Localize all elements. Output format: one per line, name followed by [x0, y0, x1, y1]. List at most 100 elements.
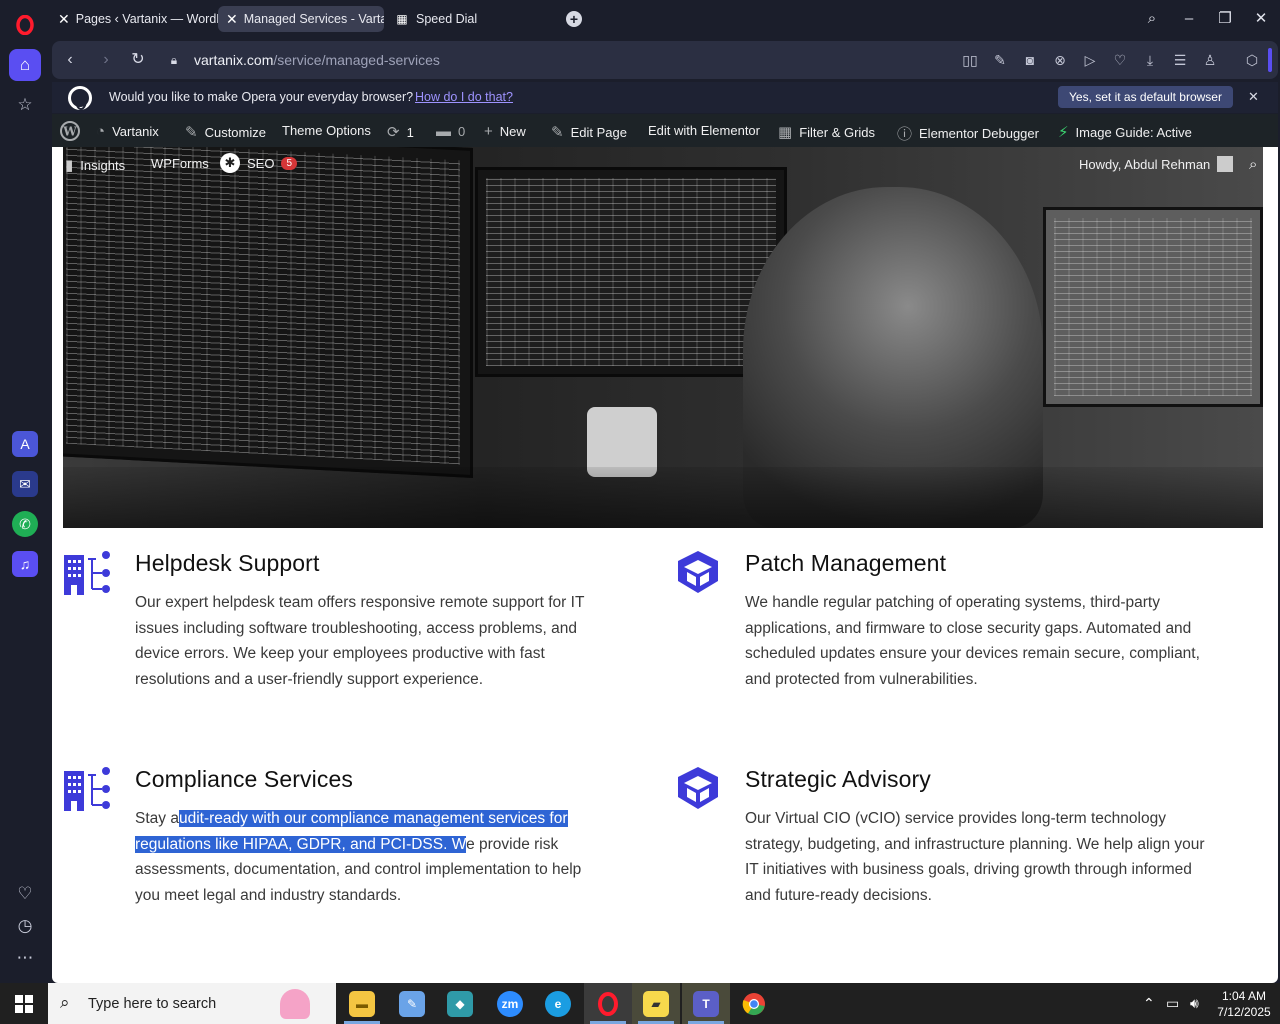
customize-label: Customize [204, 124, 266, 140]
service-helpdesk: Helpdesk Support Our expert helpdesk tea… [135, 550, 605, 693]
wp-edit-page[interactable]: ✎ Edit Page [551, 123, 627, 141]
set-default-button[interactable]: Yes, set it as default browser [1058, 86, 1233, 108]
monitor-left [63, 147, 473, 479]
image-guide-label: Image Guide: Active [1075, 124, 1192, 140]
windows-taskbar: ⌕ Type here to search ▬ ✎ ◆ zm e ▰ T ⌃ ▭… [0, 983, 1280, 1024]
url-field[interactable]: vartanix.com/service/managed-services [194, 52, 440, 68]
vartanix-x-icon: ✕ [226, 10, 238, 27]
wp-edit-elementor[interactable]: Edit with Elementor [648, 123, 760, 138]
pencil-icon: ✎ [551, 124, 564, 141]
wp-site-name[interactable]: ◔ Vartanix [96, 123, 159, 140]
send-icon[interactable]: ▷ [1080, 50, 1100, 70]
file-explorer-icon[interactable]: ▬ [338, 983, 386, 1024]
wp-comments[interactable]: ▬ 0 [436, 123, 465, 140]
wordpress-logo-icon[interactable]: W [60, 121, 80, 141]
extensions-cube-icon[interactable]: ⬡ [1242, 50, 1262, 70]
wp-insights[interactable]: ▮ Insights [65, 156, 125, 174]
comments-count: 0 [458, 124, 466, 139]
history-clock-icon[interactable]: ◷ [9, 910, 41, 942]
opera-taskbar-icon[interactable] [584, 983, 632, 1024]
reader-icon[interactable]: ▯▯ [960, 50, 980, 70]
wp-image-guide[interactable]: ⚡ Image Guide: Active [1058, 123, 1192, 141]
opera-logo-icon [68, 86, 92, 110]
wp-filter-grids[interactable]: ▦ Filter & Grids [778, 123, 875, 141]
service-text: We handle regular patching of operating … [745, 594, 1200, 689]
seo-gear-icon: ✱ [220, 153, 240, 173]
org-chart-icon [62, 547, 114, 599]
site-name-label: Vartanix [112, 124, 159, 139]
info-icon: ⓘ [897, 126, 913, 143]
new-tab-button[interactable]: + [566, 11, 582, 27]
wp-theme-options[interactable]: Theme Options [282, 123, 371, 138]
camera-icon[interactable]: ◙ [1020, 50, 1040, 70]
whatsapp-icon[interactable]: ✆ [9, 508, 41, 540]
opera-logo-icon[interactable] [9, 9, 41, 41]
blue-app-icon[interactable]: ◆ [436, 983, 484, 1024]
updates-icon: ⟳ [387, 124, 400, 141]
back-icon[interactable]: ‹ [59, 49, 81, 71]
tab-managed-services[interactable]: ✕ Managed Services - Vartan [218, 6, 384, 32]
heart-icon[interactable]: ♡ [1110, 50, 1130, 70]
wp-customize[interactable]: ✎ Customize [185, 123, 266, 141]
download-icon[interactable]: ⤓ [1140, 50, 1160, 70]
sidebar-toggle[interactable] [1268, 48, 1272, 72]
close-window-icon[interactable]: ✕ [1249, 8, 1273, 30]
paint-icon[interactable]: ✎ [388, 983, 436, 1024]
wp-elementor-debugger[interactable]: ⓘ Elementor Debugger [897, 123, 1039, 144]
reload-icon[interactable]: ↻ [127, 49, 149, 71]
edit-elementor-label: Edit with Elementor [648, 123, 760, 138]
wp-howdy[interactable]: Howdy, Abdul Rehman [1079, 156, 1234, 172]
taskbar-clock[interactable]: 1:04 AM 7/12/2025 [1212, 988, 1276, 1020]
network-icon[interactable]: ▭ [1166, 995, 1179, 1012]
service-text: Our expert helpdesk team offers responsi… [135, 594, 585, 689]
search-icon[interactable]: ⌕ [1249, 156, 1257, 173]
service-compliance: Compliance Services Stay audit-ready wit… [135, 766, 605, 909]
teams-icon[interactable]: T [682, 983, 730, 1024]
wp-new[interactable]: + New [484, 123, 526, 140]
debugger-label: Elementor Debugger [919, 126, 1039, 141]
messenger-icon[interactable]: ✉ [9, 468, 41, 500]
heart-icon[interactable]: ♡ [9, 878, 41, 910]
package-box-icon [672, 763, 724, 815]
tab-pages-wordpress[interactable]: ✕ Pages ‹ Vartanix — WordP [50, 6, 218, 32]
wpforms-label: WPForms [151, 156, 209, 171]
svg-text:W: W [62, 125, 77, 139]
edge-icon[interactable]: e [534, 983, 582, 1024]
page-viewport: W ◔ Vartanix ✎ Customize Theme Options ⟳ 1 … [52, 114, 1278, 983]
zoom-icon[interactable]: zm [486, 983, 534, 1024]
org-chart-icon [62, 763, 114, 815]
search-tabs-icon[interactable]: ⌕ [1140, 8, 1164, 30]
close-icon[interactable]: ✕ [1248, 89, 1259, 105]
volume-icon[interactable]: 🔊︎ [1190, 995, 1199, 1012]
chevron-up-icon[interactable]: ⌃ [1143, 995, 1155, 1012]
adblock-icon[interactable]: ⊗ [1050, 50, 1070, 70]
wp-seo[interactable]: ✱ SEO 5 [220, 153, 298, 173]
chrome-icon[interactable] [730, 983, 778, 1024]
taskbar-search-input[interactable]: ⌕ Type here to search [48, 983, 336, 1024]
forward-icon[interactable]: › [95, 49, 117, 71]
tab-title: Managed Services - Vartan [243, 12, 384, 26]
minimize-icon[interactable]: – [1177, 8, 1201, 30]
edit-icon[interactable]: ✎ [990, 50, 1010, 70]
profile-icon[interactable]: ♙ [1200, 50, 1220, 70]
star-icon[interactable]: ☆ [9, 89, 41, 121]
music-player-icon[interactable]: ♫ [9, 548, 41, 580]
aria-app-icon[interactable]: A [9, 428, 41, 460]
tab-speed-dial[interactable]: ▦ Speed Dial [386, 6, 496, 32]
service-patch-management: Patch Management We handle regular patch… [745, 550, 1215, 693]
url-path: /service/managed-services [273, 52, 440, 68]
windows-start-icon[interactable] [0, 983, 48, 1024]
more-icon[interactable]: ⋯ [9, 942, 41, 974]
new-label: New [499, 124, 526, 139]
service-text: Our Virtual CIO (vCIO) service provides … [745, 810, 1205, 905]
easy-setup-icon[interactable]: ☰ [1170, 50, 1190, 70]
infobar-help-link[interactable]: How do I do that? [415, 90, 513, 104]
search-icon: ⌕ [60, 993, 70, 1012]
wp-updates[interactable]: ⟳ 1 [387, 123, 414, 141]
home-icon[interactable]: ⌂ [9, 49, 41, 81]
restore-icon[interactable]: ❐ [1213, 8, 1237, 30]
lock-icon[interactable]: 🔒︎ [163, 49, 185, 71]
edit-page-label: Edit Page [570, 124, 627, 140]
wp-wpforms[interactable]: WPForms [151, 156, 209, 171]
sticky-notes-icon[interactable]: ▰ [632, 983, 680, 1024]
